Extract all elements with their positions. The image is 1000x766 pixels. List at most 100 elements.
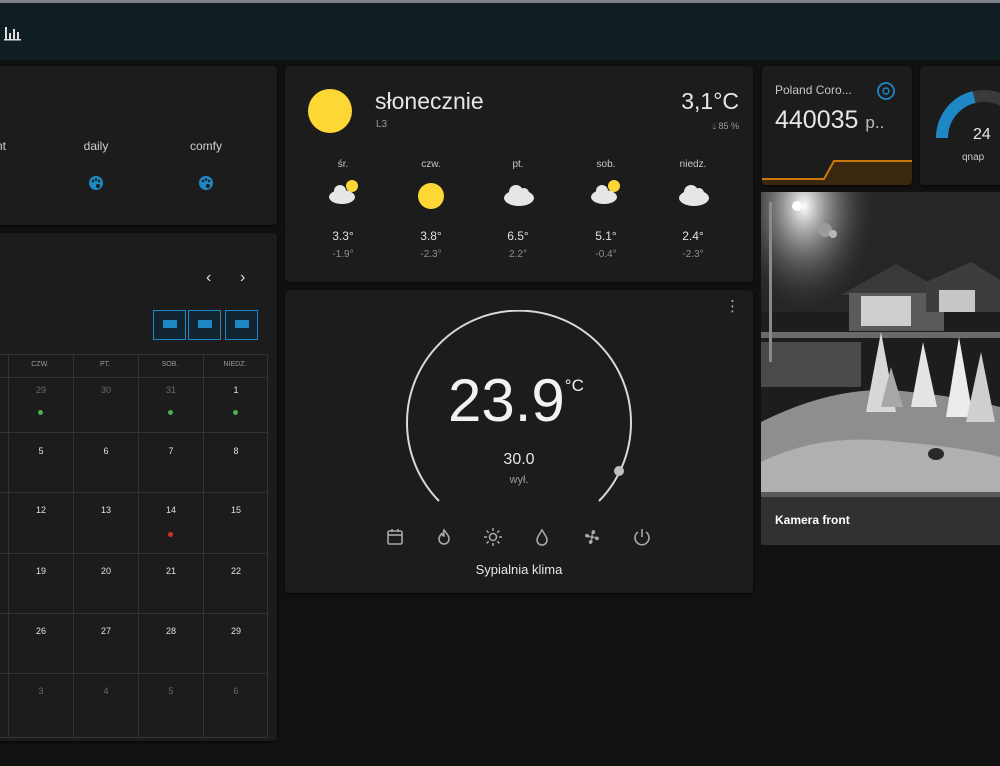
- forecast-high: 3.8°: [420, 229, 442, 243]
- calendar-next-button[interactable]: ›: [240, 269, 245, 287]
- forecast-low: -0.4°: [595, 249, 617, 260]
- sensor-history-graph: [762, 160, 912, 185]
- weather-temperature: 3,1°C: [681, 88, 739, 114]
- event-dot: [38, 410, 43, 415]
- weekday-header: SOB.: [161, 361, 179, 368]
- drop-icon[interactable]: [532, 527, 552, 547]
- calendar-day[interactable]: 6: [74, 446, 138, 456]
- forecast-day-label: czw.: [421, 159, 441, 170]
- sensor-number: 440035: [775, 106, 859, 134]
- qnap-gauge-card[interactable]: 24 qnap: [920, 66, 1000, 185]
- mode-label-comfy: comfy: [189, 139, 222, 153]
- partly-cloudy-icon: [329, 180, 358, 204]
- camera-card[interactable]: Kamera front: [761, 192, 1000, 545]
- mode-comfy[interactable]: comfy: [176, 139, 236, 153]
- mode-label-daily: daily: [83, 139, 109, 153]
- calendar-day[interactable]: 27: [74, 626, 138, 636]
- weekday-header: CZW.: [31, 361, 49, 368]
- thermostat-name: Sypialnia klima: [475, 562, 563, 577]
- partly-cloudy-icon: [591, 180, 620, 204]
- temp-unit: °C: [564, 376, 584, 395]
- forecast-day: niedz. 2.4° -2.3°: [663, 159, 723, 269]
- hvac-state: wył.: [509, 474, 529, 486]
- bar-chart-icon[interactable]: [4, 25, 22, 41]
- sun-icon: [418, 183, 444, 209]
- calendar-day[interactable]: 21: [139, 566, 203, 576]
- palette-icon[interactable]: [198, 175, 214, 191]
- calendar-day[interactable]: 14: [139, 505, 203, 515]
- thermostat-card: ⋮ 23.9°C 30.0 wył. Sypialnia klima: [285, 290, 753, 593]
- calendar-day[interactable]: 19: [9, 566, 73, 576]
- forecast-high: 3.3°: [332, 229, 354, 243]
- weather-subtitle: L3: [376, 119, 388, 130]
- forecast-day: śr. 3.3° -1.9°: [313, 159, 373, 269]
- calendar-day[interactable]: 4: [74, 686, 138, 696]
- forecast-day-label: sob.: [596, 159, 616, 170]
- forecast-day: sob. 5.1° -0.4°: [576, 159, 636, 269]
- camera-label: Kamera front: [775, 513, 850, 527]
- view-week-button[interactable]: [188, 310, 221, 340]
- sun-icon: [308, 89, 352, 133]
- calendar-icon[interactable]: [385, 527, 405, 547]
- calendar-day[interactable]: 31: [139, 385, 203, 395]
- virus-icon: [877, 82, 895, 100]
- calendar-day[interactable]: 6: [204, 686, 268, 696]
- calendar-day[interactable]: 3: [9, 686, 73, 696]
- sensor-unit: p..: [865, 113, 885, 132]
- fire-icon[interactable]: [434, 527, 454, 547]
- fan-icon[interactable]: [582, 527, 602, 547]
- mode-label-1: nt: [0, 139, 7, 153]
- corona-sensor-card[interactable]: Poland Coro... 440035 p..: [762, 66, 912, 185]
- mode-daily[interactable]: daily: [66, 139, 126, 153]
- calendar-prev-button[interactable]: ‹: [206, 269, 211, 287]
- calendar-day[interactable]: 1: [204, 385, 268, 395]
- event-dot: [233, 410, 238, 415]
- power-icon[interactable]: [632, 527, 652, 547]
- humidity-value: 85 %: [718, 121, 739, 131]
- sensor-value: 440035 p..: [775, 106, 884, 135]
- forecast-low: 2.2°: [509, 249, 527, 260]
- calendar-day[interactable]: 26: [9, 626, 73, 636]
- forecast-high: 2.4°: [682, 229, 704, 243]
- more-options-button[interactable]: ⋮: [725, 299, 740, 314]
- calendar-day[interactable]: 20: [74, 566, 138, 576]
- gauge-value: 24: [973, 126, 991, 143]
- event-dot: [168, 532, 173, 537]
- view-day-button[interactable]: [225, 310, 258, 340]
- camera-image: [761, 192, 1000, 545]
- calendar-day[interactable]: 30: [74, 385, 138, 395]
- forecast-day: pt. 6.5° 2.2°: [488, 159, 548, 269]
- forecast-low: -2.3°: [420, 249, 442, 260]
- current-temp-value: 23.9: [448, 367, 565, 434]
- forecast-high: 5.1°: [595, 229, 617, 243]
- forecast-day-label: śr.: [337, 159, 349, 170]
- gauge-label: qnap: [962, 152, 985, 163]
- cloud-icon: [504, 185, 534, 206]
- forecast-day: czw. 3.8° -2.3°: [401, 159, 461, 269]
- calendar-day[interactable]: 13: [74, 505, 138, 515]
- sensor-title: Poland Coro...: [775, 83, 852, 97]
- calendar-day[interactable]: 22: [204, 566, 268, 576]
- calendar-day[interactable]: 28: [139, 626, 203, 636]
- forecast-high: 6.5°: [507, 229, 529, 243]
- forecast-low: -2.3°: [682, 249, 704, 260]
- calendar-day[interactable]: 8: [204, 446, 268, 456]
- forecast-day-label: niedz.: [679, 159, 707, 170]
- weather-condition: słonecznie: [375, 88, 484, 114]
- top-app-bar: [0, 0, 1000, 60]
- forecast-day-label: pt.: [512, 159, 524, 170]
- palette-icon[interactable]: [88, 175, 104, 191]
- view-month-button[interactable]: [153, 310, 186, 340]
- cloud-icon: [679, 185, 709, 206]
- calendar-day[interactable]: 5: [139, 686, 203, 696]
- calendar-day[interactable]: 29: [9, 385, 73, 395]
- weather-humidity: 💧︎ 85 %: [712, 121, 739, 132]
- calendar-day[interactable]: 5: [9, 446, 73, 456]
- sun-icon[interactable]: [483, 527, 503, 547]
- calendar-day[interactable]: 15: [204, 505, 268, 515]
- calendar-day[interactable]: 29: [204, 626, 268, 636]
- calendar-day[interactable]: 12: [9, 505, 73, 515]
- weather-card[interactable]: słonecznie L3 3,1°C 💧︎ 85 % śr. 3.3° -1.…: [285, 66, 753, 282]
- drop-icon: 💧︎: [712, 121, 716, 131]
- calendar-day[interactable]: 7: [139, 446, 203, 456]
